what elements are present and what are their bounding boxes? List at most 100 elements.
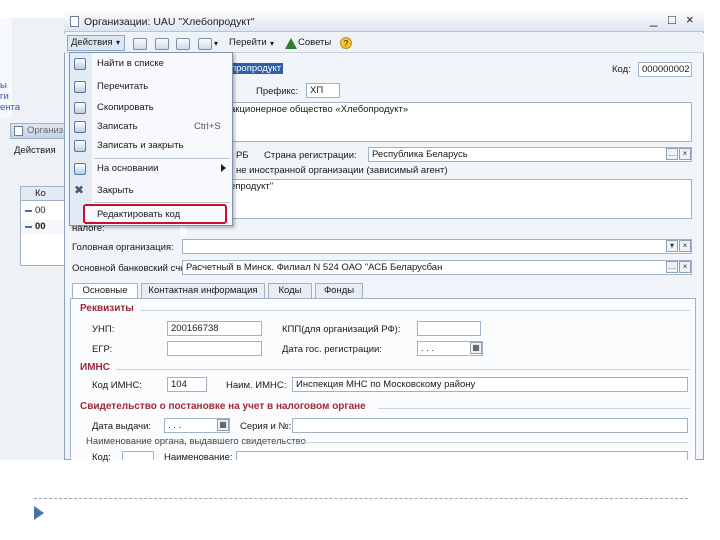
background-window: ы ги ента Организ Действия Ко 00 00: [0, 18, 70, 460]
save-close-icon: [74, 140, 86, 152]
table-row[interactable]: 00: [21, 220, 69, 234]
bg-actions-menu[interactable]: Действия: [14, 145, 56, 157]
tab-main[interactable]: Основные: [72, 283, 138, 299]
imns-code-label: Код ИМНС:: [92, 380, 142, 391]
calendar-icon[interactable]: ▦: [470, 342, 482, 354]
slide-arrow-icon: [34, 506, 44, 520]
help-icon[interactable]: ?: [340, 37, 352, 49]
window-title: Организации: UAU "Хлебопродукт": [84, 16, 255, 28]
close-button[interactable]: ×: [686, 13, 694, 26]
clear-button[interactable]: ×: [679, 261, 691, 273]
bank-account-field[interactable]: Расчетный в Минск. Филиал N 524 ОАО "АСБ…: [182, 260, 692, 275]
egr-label: ЕГР:: [92, 344, 113, 355]
row-marker-icon: [25, 226, 32, 228]
submenu-arrow-icon: [221, 164, 226, 172]
code-field[interactable]: 000000002: [638, 62, 692, 77]
menu-item-reread[interactable]: Перечитать: [70, 76, 232, 98]
copy-icon: [74, 102, 86, 114]
parent-org-label: Головная организация:: [72, 242, 174, 253]
menu-item-label: На основании: [97, 163, 159, 174]
chevron-down-icon: ▾: [116, 38, 121, 47]
based-on-icon: [74, 163, 86, 175]
maximize-button[interactable]: □: [668, 13, 676, 26]
prefix-label: Префикс:: [256, 86, 299, 97]
issuer-group-label: Наименование органа, выдавшего свидетель…: [86, 436, 306, 447]
issuer-code-field[interactable]: [122, 451, 154, 460]
unp-label: УНП:: [92, 324, 115, 335]
menu-item-save-and-close[interactable]: Записать и закрыть: [70, 135, 232, 157]
window-icon: [70, 16, 79, 27]
calendar-icon[interactable]: ▦: [217, 419, 229, 431]
tips-button[interactable]: Советы: [298, 37, 331, 49]
issuer-name-label: Наименование:: [164, 452, 233, 463]
menu-item-based-on[interactable]: На основании: [70, 158, 232, 180]
prefix-field[interactable]: ХП: [306, 83, 340, 98]
bg-list-header: Ко: [21, 187, 69, 201]
reg-date-label: Дата гос. регистрации:: [282, 344, 382, 355]
tips-icon: [285, 38, 297, 49]
clear-button[interactable]: ×: [679, 240, 691, 252]
menu-item-find-in-list[interactable]: Найти в списке: [70, 53, 232, 75]
clear-button[interactable]: ×: [679, 148, 691, 160]
find-icon: [74, 58, 86, 70]
chevron-down-icon[interactable]: ▾: [270, 38, 274, 50]
section-imns-title: ИМНС: [80, 362, 110, 373]
bank-account-label: Основной банковский счет:: [72, 263, 193, 274]
based-on-icon[interactable]: [198, 38, 212, 50]
tab-codes[interactable]: Коды: [268, 283, 312, 298]
tab-contact-info[interactable]: Контактная информация: [141, 283, 265, 298]
imns-code-field[interactable]: 104: [167, 377, 207, 392]
bg-left-label: ента: [0, 102, 21, 113]
goto-menu[interactable]: Перейти: [229, 37, 267, 49]
actions-menu-button[interactable]: Действия ▾: [67, 35, 125, 51]
code-label: Код:: [612, 64, 631, 75]
menu-item-close[interactable]: ✖ Закрыть: [70, 180, 232, 202]
parent-org-field[interactable]: [182, 239, 692, 254]
copy-icon[interactable]: [176, 38, 190, 50]
bg-window-titlebar: Организ: [10, 123, 70, 139]
issuer-name-field[interactable]: [236, 451, 688, 460]
series-label: Серия и №:: [240, 421, 292, 432]
imns-name-field[interactable]: Инспекция МНС по Московскому району: [292, 377, 688, 392]
menu-item-label: Перечитать: [97, 81, 149, 92]
refresh-icon: [74, 81, 86, 93]
row-marker-icon: [25, 210, 32, 212]
name-field[interactable]: пропродукт: [226, 62, 606, 77]
section-divider: [284, 442, 688, 443]
menu-item-label: Записать и закрыть: [97, 140, 184, 151]
issuer-code-label: Код:: [92, 452, 111, 463]
short-name-field[interactable]: епродукт": [226, 179, 692, 219]
refresh-icon[interactable]: [155, 38, 169, 50]
name-selected-text: пропродукт: [229, 63, 284, 74]
menu-item-edit-code[interactable]: Редактировать код: [83, 204, 227, 224]
country-field[interactable]: Республика Беларусь: [368, 147, 692, 162]
foreign-org-label: не иностранной организации (зависимый аг…: [236, 165, 448, 176]
section-divider: [140, 310, 690, 311]
window-titlebar: Организации: UAU "Хлебопродукт" _ □ ×: [64, 12, 704, 32]
full-name-field[interactable]: акционерное общество «Хлебопродукт»: [226, 102, 692, 142]
imns-name-label: Наим. ИМНС:: [226, 380, 287, 391]
table-row[interactable]: 00: [21, 204, 69, 218]
menu-item-label: Закрыть: [97, 185, 134, 196]
new-record-icon[interactable]: [133, 38, 147, 50]
menu-item-label: Записать: [97, 121, 138, 132]
select-button[interactable]: …: [666, 261, 678, 273]
menu-separator: [94, 202, 230, 203]
kpp-label: КПП(для организаций РФ):: [282, 324, 401, 335]
series-field[interactable]: [292, 418, 688, 433]
kpp-field[interactable]: [417, 321, 481, 336]
chevron-down-icon[interactable]: ▾: [214, 38, 218, 50]
minimize-button[interactable]: _: [650, 13, 657, 26]
issue-date-label: Дата выдачи:: [92, 421, 152, 432]
select-button[interactable]: …: [666, 148, 678, 160]
unp-field[interactable]: 200166738: [167, 321, 262, 336]
slide-divider: [34, 498, 688, 499]
egr-field[interactable]: [167, 341, 262, 356]
resident-label: РБ: [236, 150, 249, 161]
bg-column-header: Ко: [35, 188, 46, 199]
menu-item-label: Скопировать: [97, 102, 154, 113]
tab-funds[interactable]: Фонды: [315, 283, 363, 298]
dropdown-button[interactable]: ▾: [666, 240, 678, 252]
close-x-icon: ✖: [74, 183, 85, 197]
menu-item-label: Редактировать код: [97, 209, 181, 220]
